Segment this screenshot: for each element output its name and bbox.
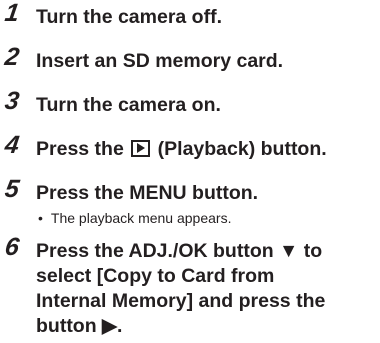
note-text: The playback menu appears.: [50, 210, 232, 226]
step-text-line: Press the ADJ./OK button ▼ to: [36, 240, 323, 262]
step-text: Press the ADJ./OK button ▼ to select [Co…: [36, 239, 376, 339]
bullet: •: [38, 210, 43, 226]
step-text: Turn the camera off.: [36, 6, 223, 28]
step-text: Press the (Playback) button.: [36, 137, 376, 162]
step-number: 5: [3, 175, 21, 203]
step-note: • The playback menu appears.: [38, 209, 231, 227]
step-text-after: (Playback) button.: [157, 138, 327, 160]
playback-icon: [131, 140, 151, 157]
step-text: Insert an SD memory card.: [36, 50, 284, 72]
step-text-line: Internal Memory] and press the: [36, 290, 326, 312]
step-number: 6: [3, 233, 21, 261]
step-number: 3: [3, 87, 21, 115]
step-text-line: select [Copy to Card from: [36, 265, 275, 287]
step-number: 2: [3, 43, 21, 71]
step-number: 4: [3, 131, 21, 159]
step-text: Turn the camera on.: [36, 94, 221, 116]
step-text-line: button ▶.: [36, 315, 123, 337]
step-number: 1: [3, 0, 21, 27]
step-text-before: Press the: [36, 138, 124, 160]
step-text: Press the MENU button.: [36, 182, 259, 204]
